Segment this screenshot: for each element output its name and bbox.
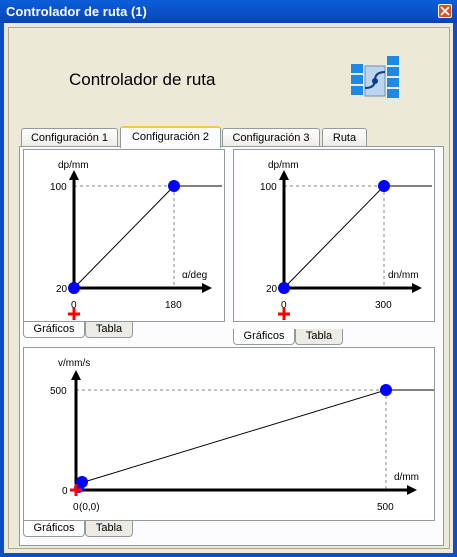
control-point[interactable] <box>68 282 80 294</box>
subtab-tabla[interactable]: Tabla <box>85 521 133 537</box>
graph-d-v-canvas: v/mm/s d/mm 500 0 0 (0,0) 500 <box>50 358 434 513</box>
subtab-graficos[interactable]: Gráficos <box>233 329 295 345</box>
y-tick-label: 20 <box>266 284 278 295</box>
content-panel: Controlador de ruta Configuración 1 Conf… <box>8 27 450 549</box>
y-axis-label: v/mm/s <box>58 358 90 369</box>
y-tick-label: 100 <box>50 182 67 193</box>
x-tick-label: 300 <box>375 300 392 311</box>
y-axis-label: dp/mm <box>268 160 299 171</box>
close-button[interactable] <box>438 4 452 18</box>
control-point[interactable] <box>378 180 390 192</box>
x-axis-label: α/deg <box>182 270 207 281</box>
y-tick-label: 500 <box>50 386 67 397</box>
window-frame: Controlador de ruta Configuración 1 Conf… <box>0 23 457 557</box>
y-axis-label: dp/mm <box>58 160 89 171</box>
y-axis-arrow-icon <box>71 370 81 380</box>
control-point[interactable] <box>380 384 392 396</box>
control-point[interactable] <box>168 180 180 192</box>
graph-dn-dp[interactable]: dp/mm dn/mm 100 20 0 300 <box>233 149 435 322</box>
control-point[interactable] <box>278 282 290 294</box>
curve-line <box>283 185 385 289</box>
curve-line <box>83 389 387 483</box>
y-axis-arrow-icon <box>279 170 289 180</box>
graph-alpha-dp-canvas: dp/mm α/deg 100 20 0 180 <box>50 160 222 320</box>
x-axis-arrow-icon <box>202 283 212 293</box>
x-axis-label: dn/mm <box>388 270 419 281</box>
close-icon <box>440 6 450 16</box>
window-client: Controlador de ruta Configuración 1 Conf… <box>4 23 453 553</box>
subtab-tabla[interactable]: Tabla <box>295 329 343 345</box>
x-axis-arrow-icon <box>412 283 422 293</box>
tab-panel-configuracion-2: dp/mm α/deg 100 20 0 180 Gráficos Tabla <box>19 146 444 546</box>
x-axis-arrow-icon <box>407 485 417 495</box>
page-heading: Controlador de ruta <box>69 70 216 89</box>
title-bar: Controlador de ruta (1) <box>0 0 457 23</box>
tab-configuracion-2[interactable]: Configuración 2 <box>120 126 221 148</box>
graph-alpha-dp[interactable]: dp/mm α/deg 100 20 0 180 <box>23 149 225 322</box>
x-axis-label: d/mm <box>394 472 419 483</box>
tab-ruta[interactable]: Ruta <box>322 128 367 147</box>
x-tick-label: 180 <box>165 300 182 311</box>
y-tick-label: 20 <box>56 284 68 295</box>
graph-d-v[interactable]: v/mm/s d/mm 500 0 0 (0,0) 500 <box>23 347 435 521</box>
curve-line <box>73 185 175 289</box>
route-controller-logo-icon <box>351 56 399 98</box>
subtab-tabla[interactable]: Tabla <box>85 322 133 338</box>
y-tick-label: 0 <box>62 486 68 497</box>
window-title: Controlador de ruta (1) <box>6 4 147 19</box>
origin-marker-icon <box>68 308 80 320</box>
subtab-graficos[interactable]: Gráficos <box>23 322 85 338</box>
origin-marker-icon <box>278 308 290 320</box>
y-tick-label: 100 <box>260 182 277 193</box>
subtab-graficos[interactable]: Gráficos <box>23 521 85 537</box>
graph-dn-dp-canvas: dp/mm dn/mm 100 20 0 300 <box>260 160 432 320</box>
y-axis-arrow-icon <box>69 170 79 180</box>
tab-configuracion-3[interactable]: Configuración 3 <box>222 128 320 147</box>
x-tick-label: 500 <box>377 502 394 513</box>
tab-configuracion-1[interactable]: Configuración 1 <box>21 128 118 147</box>
origin-coordinate-label: (0,0) <box>79 502 100 513</box>
